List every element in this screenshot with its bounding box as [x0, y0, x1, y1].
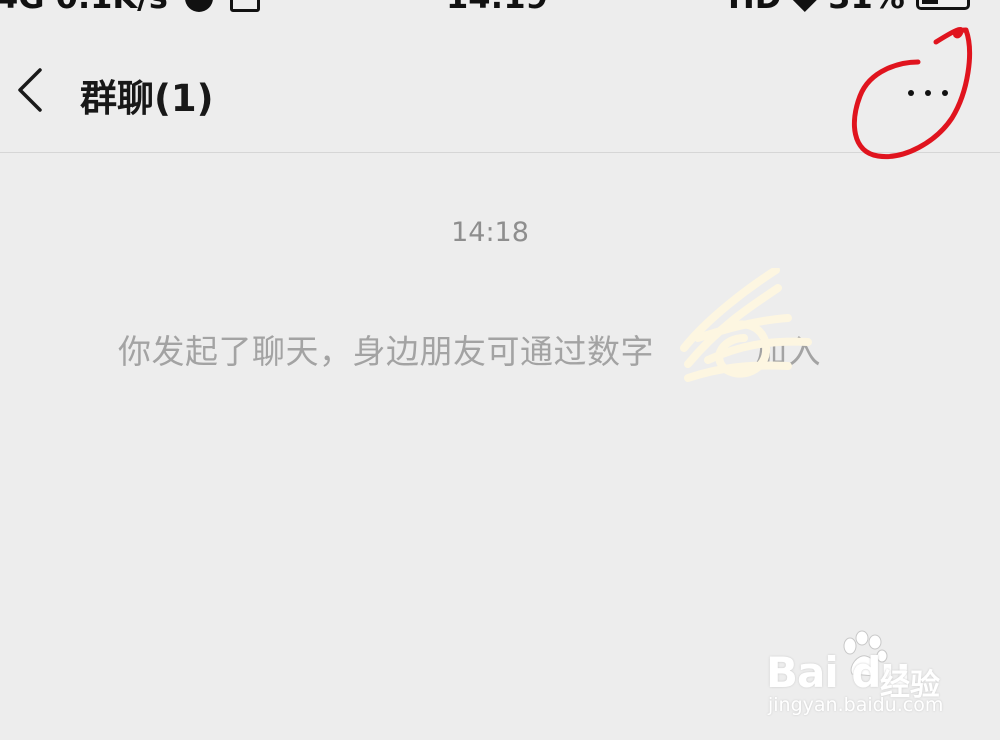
image-notification-icon	[230, 0, 261, 12]
app-notification-icon	[185, 0, 214, 12]
chevron-left-icon	[18, 68, 42, 112]
ellipsis-dot	[925, 90, 931, 96]
chat-area: 14:18 你发起了聊天，身边朋友可通过数字 加入	[0, 153, 1000, 740]
message-timestamp: 14:18	[451, 217, 529, 248]
chat-screen: 4G 0.1K/s 14:19 HD ◆ 31% 群聊(1) 14:18 你发起…	[0, 0, 1000, 740]
status-time: 14:19	[446, 0, 548, 16]
system-message-text: 你发起了聊天，身边朋友可通过数字	[118, 332, 654, 371]
ellipsis-dot	[942, 90, 948, 96]
system-message: 你发起了聊天，身边朋友可通过数字 加入	[118, 325, 821, 373]
more-button[interactable]	[896, 70, 960, 114]
system-message-suffix: 加入	[754, 332, 821, 371]
status-right-indicators: HD ◆ 31%	[728, 0, 905, 16]
battery-icon	[916, 0, 970, 10]
network-speed-text: 4G 0.1K/s	[0, 0, 168, 16]
status-bar: 4G 0.1K/s 14:19 HD ◆ 31%	[0, 0, 1000, 18]
title-bar: 群聊(1)	[0, 40, 1000, 153]
page-title: 群聊(1)	[80, 77, 214, 120]
ellipsis-icon	[908, 90, 914, 96]
back-button[interactable]	[6, 62, 58, 118]
network-indicator: 4G 0.1K/s	[0, 0, 261, 16]
